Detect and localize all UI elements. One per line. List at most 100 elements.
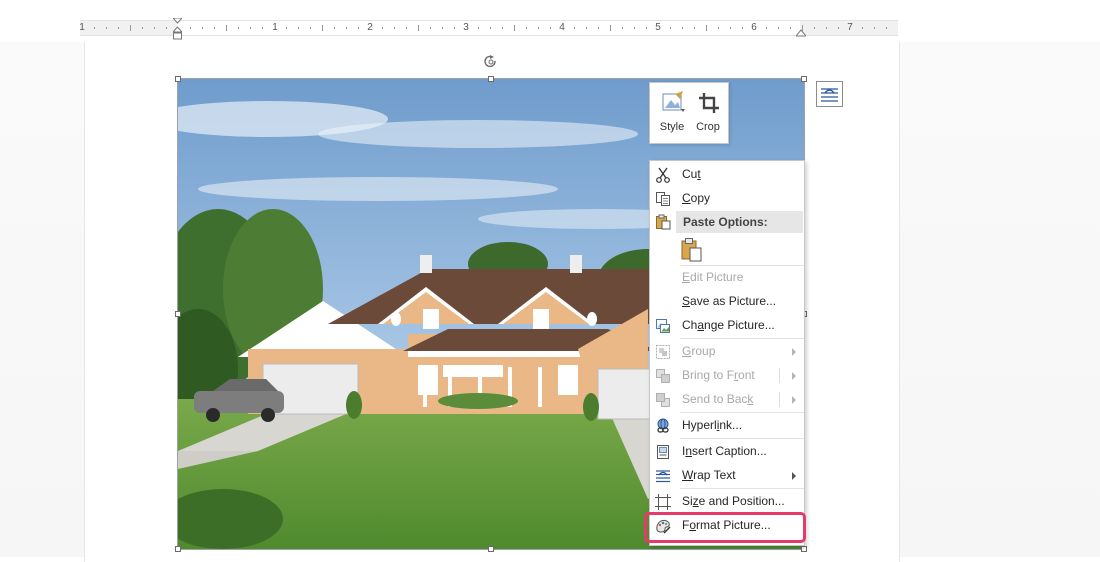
resize-handle-top-left[interactable] bbox=[175, 76, 181, 82]
ruler-number: 6 bbox=[751, 22, 757, 33]
menu-label: nk... bbox=[719, 418, 743, 432]
paste-picture-button[interactable] bbox=[680, 237, 704, 263]
menu-item-insert-caption[interactable]: Insert Caption... bbox=[650, 440, 804, 463]
right-indent-marker-icon[interactable] bbox=[796, 27, 806, 37]
ruler-tick bbox=[418, 25, 419, 31]
resize-handle-bottom-right[interactable] bbox=[801, 546, 807, 552]
crop-button[interactable]: Crop bbox=[690, 87, 726, 141]
send-to-back-icon bbox=[656, 393, 670, 407]
ruler-tick bbox=[202, 27, 203, 29]
access-key: W bbox=[682, 468, 694, 482]
ruler-tick bbox=[310, 27, 311, 29]
menu-item-group[interactable]: Group bbox=[650, 340, 804, 363]
resize-handle-bottom-left[interactable] bbox=[175, 546, 181, 552]
menu-item-size-and-position[interactable]: Size and Position... bbox=[650, 490, 804, 513]
ruler-tick bbox=[610, 25, 611, 31]
wrap-text-icon bbox=[656, 470, 670, 483]
resize-handle-top[interactable] bbox=[488, 76, 494, 82]
workspace-left bbox=[0, 42, 84, 557]
ruler-number: 7 bbox=[847, 22, 853, 33]
ruler-tick bbox=[706, 25, 707, 31]
ruler-tick bbox=[478, 27, 479, 29]
ruler-tick bbox=[622, 27, 623, 29]
submenu-arrow-icon bbox=[792, 472, 796, 480]
crop-label: Crop bbox=[696, 121, 720, 133]
layout-options-icon bbox=[821, 88, 838, 102]
layout-options-button[interactable] bbox=[816, 81, 843, 107]
resize-handle-bottom[interactable] bbox=[488, 546, 494, 552]
ruler-tick bbox=[682, 27, 683, 29]
menu-item-format-picture[interactable]: Format Picture... bbox=[650, 514, 804, 537]
ruler-tick bbox=[238, 27, 239, 29]
menu-label: Bring to F bbox=[682, 368, 735, 382]
ruler-tick bbox=[490, 27, 491, 29]
workspace-right bbox=[899, 42, 1100, 557]
ruler-tick bbox=[154, 27, 155, 29]
style-button[interactable]: Style bbox=[654, 87, 690, 141]
ruler-number: 4 bbox=[559, 22, 565, 33]
ruler-tick bbox=[550, 27, 551, 29]
menu-item-send-to-back[interactable]: Send to Back bbox=[650, 388, 804, 411]
ruler-tick bbox=[262, 27, 263, 29]
menu-label: opy bbox=[690, 191, 711, 205]
picture-style-icon bbox=[662, 91, 685, 112]
ruler-number: 1 bbox=[272, 22, 278, 33]
access-key: E bbox=[682, 270, 691, 284]
change-picture-icon bbox=[656, 319, 670, 333]
menu-label: Ch bbox=[682, 318, 698, 332]
indent-marker-icon[interactable] bbox=[173, 18, 182, 40]
menu-label: dit Picture bbox=[690, 270, 744, 284]
ruler-tick bbox=[94, 27, 95, 29]
menu-item-cut[interactable]: Cut bbox=[650, 163, 804, 186]
ruler-number: 3 bbox=[463, 22, 469, 33]
ruler-tick bbox=[106, 27, 107, 29]
menu-label: roup bbox=[691, 344, 716, 358]
ruler-tick bbox=[430, 27, 431, 29]
ruler-tick bbox=[574, 27, 575, 29]
menu-item-bring-to-front[interactable]: Bring to Front bbox=[650, 364, 804, 387]
ruler-tick bbox=[286, 27, 287, 29]
insert-caption-icon bbox=[657, 445, 669, 459]
menu-label: ont bbox=[738, 368, 755, 382]
ruler-tick bbox=[454, 27, 455, 29]
menu-item-save-as-picture[interactable]: Save as Picture... bbox=[650, 290, 804, 313]
ruler-tick bbox=[190, 27, 191, 29]
horizontal-ruler[interactable]: 1 1 2 3 4 5 6 7 bbox=[79, 18, 898, 40]
resize-handle-top-right[interactable] bbox=[801, 76, 807, 82]
menu-item-change-picture[interactable]: Change Picture... bbox=[650, 314, 804, 337]
menu-item-wrap-text[interactable]: Wrap Text bbox=[650, 464, 804, 487]
menu-item-copy[interactable]: Copy bbox=[650, 187, 804, 210]
ruler-tick bbox=[598, 27, 599, 29]
ruler-tick bbox=[862, 27, 863, 29]
menu-separator bbox=[680, 488, 804, 489]
copy-icon bbox=[656, 192, 670, 206]
ruler-number: 1 bbox=[79, 22, 85, 33]
paste-options-header: Paste Options: bbox=[676, 211, 803, 233]
ruler-tick bbox=[226, 25, 227, 31]
menu-label: ave as Picture... bbox=[690, 294, 777, 308]
ruler-tick bbox=[298, 27, 299, 29]
ruler-tick bbox=[538, 27, 539, 29]
ruler-tick bbox=[742, 27, 743, 29]
resize-handle-left[interactable] bbox=[175, 311, 181, 317]
ruler-tick bbox=[130, 25, 131, 31]
paste-picture-icon bbox=[681, 238, 702, 262]
ruler-tick bbox=[502, 27, 503, 29]
ruler-tick bbox=[718, 27, 719, 29]
access-key: k bbox=[747, 392, 754, 406]
menu-label: e and Position... bbox=[698, 494, 785, 508]
ruler-tick bbox=[394, 27, 395, 29]
ruler-number: 5 bbox=[655, 22, 661, 33]
ruler-tick bbox=[826, 27, 827, 29]
scissors-icon bbox=[656, 167, 670, 183]
menu-item-hyperlink[interactable]: Hyperlink... bbox=[650, 414, 804, 437]
paste-options-icon bbox=[656, 214, 671, 230]
submenu-arrow-icon bbox=[792, 396, 796, 404]
menu-label: rap Text bbox=[693, 468, 736, 482]
menu-label: nge Picture... bbox=[704, 318, 775, 332]
rotate-handle-icon[interactable] bbox=[484, 55, 498, 71]
menu-item-edit-picture[interactable]: Edit Picture bbox=[650, 266, 804, 289]
access-key: G bbox=[682, 344, 692, 358]
ruler-tick bbox=[322, 25, 323, 31]
ruler-tick bbox=[250, 27, 251, 29]
